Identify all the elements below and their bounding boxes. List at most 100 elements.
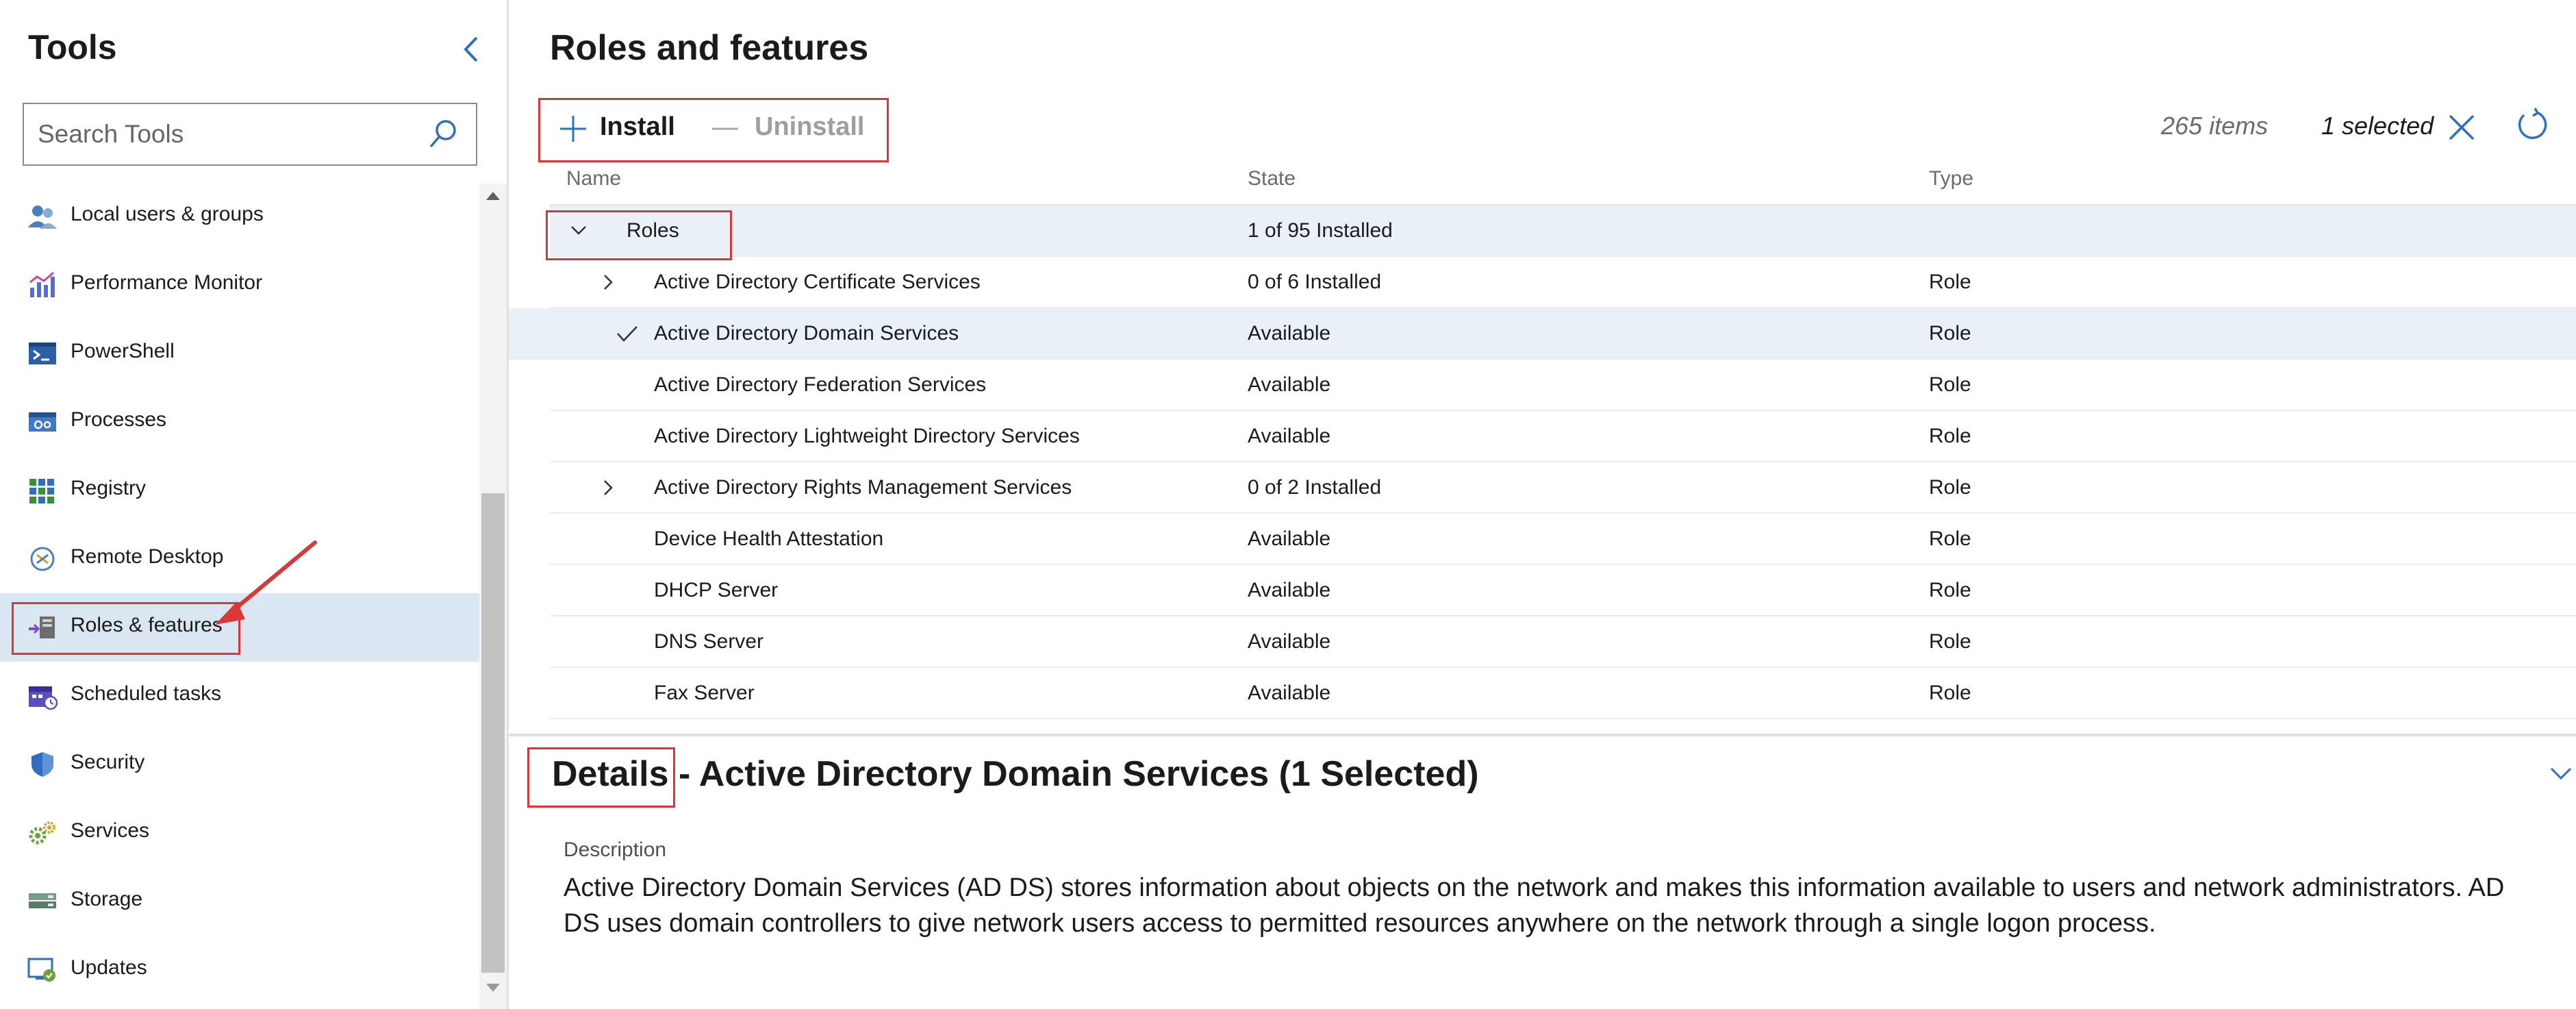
row-state: 1 of 95 Installed — [1248, 219, 1393, 242]
row-type: Role — [1929, 682, 1971, 704]
sidebar-item-services[interactable]: Services — [0, 799, 479, 867]
row-state: Available — [1248, 425, 1331, 447]
sidebar-item-scheduled-tasks[interactable]: Scheduled tasks — [0, 662, 479, 730]
row-name: Active Directory Rights Management Servi… — [654, 476, 1072, 499]
search-box — [23, 103, 477, 166]
install-button[interactable]: Install — [557, 106, 694, 154]
scrollbar-thumb[interactable] — [481, 493, 505, 973]
updates-icon — [27, 956, 58, 984]
registry-icon — [27, 477, 58, 504]
row-state: Available — [1248, 322, 1331, 345]
powershell-icon — [27, 340, 58, 367]
storage-icon — [27, 888, 58, 915]
row-type: Role — [1929, 579, 1971, 601]
items-count: 265 items — [2161, 112, 2269, 140]
details-title: Details - Active Directory Domain Servic… — [552, 754, 1479, 794]
table-row-group-roles[interactable]: Roles 1 of 95 Installed — [550, 205, 2576, 257]
sidebar-item-registry[interactable]: Registry — [0, 456, 479, 525]
uninstall-button[interactable]: Uninstall — [709, 106, 874, 154]
sidebar-item-processes[interactable]: Processes — [0, 388, 479, 456]
chevron-left-icon — [464, 36, 478, 62]
row-type: Role — [1929, 630, 1971, 653]
row-state: Available — [1248, 630, 1331, 653]
sidebar-item-label: Storage — [71, 888, 143, 910]
clear-selection-button[interactable] — [2446, 112, 2477, 143]
row-state: Available — [1248, 373, 1331, 396]
sidebar-item-label: PowerShell — [71, 340, 175, 362]
row-state: 0 of 6 Installed — [1248, 271, 1382, 293]
table-row[interactable]: Active Directory Rights Management Servi… — [550, 462, 2576, 514]
shield-icon — [27, 751, 58, 778]
search-input[interactable] — [38, 104, 421, 164]
table-row[interactable]: DNS Server Available Role — [550, 616, 2576, 668]
row-type: Role — [1929, 322, 1971, 345]
gears-icon — [27, 819, 58, 847]
table-row[interactable]: Active Directory Lightweight Directory S… — [550, 411, 2576, 462]
chart-icon — [27, 271, 58, 299]
sidebar-item-powershell[interactable]: PowerShell — [0, 319, 479, 388]
collapse-details-button[interactable] — [2546, 760, 2576, 788]
remote-desktop-icon — [27, 545, 58, 573]
row-state: 0 of 2 Installed — [1248, 476, 1382, 499]
column-header-type[interactable]: Type — [1929, 167, 1973, 190]
sidebar-item-storage[interactable]: Storage — [0, 867, 479, 936]
row-name: Active Directory Federation Services — [654, 373, 987, 396]
sidebar-item-label: Local users & groups — [71, 203, 264, 225]
uninstall-label: Uninstall — [755, 112, 865, 141]
sidebar-item-label: Security — [71, 751, 145, 773]
row-type: Role — [1929, 425, 1971, 447]
selected-count: 1 selected — [2321, 112, 2434, 140]
row-name: Device Health Attestation — [654, 527, 884, 550]
description-text: Active Directory Domain Services (AD DS)… — [564, 873, 2505, 938]
minus-icon — [712, 127, 738, 130]
plus-icon — [560, 116, 586, 142]
row-state: Available — [1248, 579, 1331, 601]
row-name: DNS Server — [654, 630, 764, 653]
table-row-selected[interactable]: Active Directory Domain Services Availab… — [509, 308, 2576, 360]
sidebar-item-label: Performance Monitor — [71, 271, 263, 294]
table-row[interactable]: Active Directory Federation Services Ava… — [550, 360, 2576, 411]
sidebar-item-updates[interactable]: Updates — [0, 936, 479, 1004]
description-label: Description — [564, 838, 667, 861]
close-icon — [2449, 114, 2475, 140]
column-header-name[interactable]: Name — [566, 167, 621, 190]
processes-icon — [27, 408, 58, 436]
refresh-button[interactable] — [2514, 107, 2550, 142]
sidebar-item-security[interactable]: Security — [0, 730, 479, 799]
table-row[interactable]: DHCP Server Available Role — [550, 565, 2576, 616]
sidebar-item-label: Remote Desktop — [71, 545, 224, 568]
sidebar-divider — [507, 0, 509, 1009]
row-state: Available — [1248, 527, 1331, 550]
checkmark-icon[interactable] — [614, 320, 641, 347]
scroll-up-arrow-icon[interactable] — [485, 189, 501, 203]
column-header-state[interactable]: State — [1248, 167, 1296, 190]
annotation-arrow-icon — [215, 540, 317, 625]
tools-sidebar: Tools Local users & groups — [0, 0, 507, 1009]
chevron-down-icon — [2550, 767, 2572, 780]
chevron-right-icon[interactable] — [594, 269, 622, 296]
annotation-highlight-box — [527, 747, 675, 808]
sidebar-item-label: Scheduled tasks — [71, 682, 222, 705]
table-row[interactable]: Active Directory Certificate Services 0 … — [550, 257, 2576, 308]
search-icon[interactable] — [425, 116, 461, 152]
scroll-down-arrow-icon[interactable] — [485, 981, 501, 995]
page-title: Roles and features — [550, 28, 869, 68]
sidebar-item-performance-monitor[interactable]: Performance Monitor — [0, 251, 479, 319]
users-icon — [27, 203, 58, 230]
row-type: Role — [1929, 271, 1971, 293]
row-name: DHCP Server — [654, 579, 779, 601]
sidebar-item-label: Processes — [71, 408, 167, 431]
row-name: Active Directory Certificate Services — [654, 271, 981, 293]
collapse-sidebar-button[interactable] — [455, 31, 489, 68]
table-row[interactable]: Fax Server Available Role — [550, 668, 2576, 719]
row-state: Available — [1248, 682, 1331, 704]
chevron-right-icon[interactable] — [594, 474, 622, 501]
row-name: Active Directory Domain Services — [654, 322, 959, 345]
row-type: Role — [1929, 476, 1971, 499]
table-row[interactable]: Device Health Attestation Available Role — [550, 514, 2576, 565]
sidebar-item-local-users-groups[interactable]: Local users & groups — [0, 182, 479, 251]
row-type: Role — [1929, 373, 1971, 396]
details-divider — [509, 734, 2576, 736]
row-name: Active Directory Lightweight Directory S… — [654, 425, 1080, 447]
annotation-highlight-box — [546, 210, 732, 260]
